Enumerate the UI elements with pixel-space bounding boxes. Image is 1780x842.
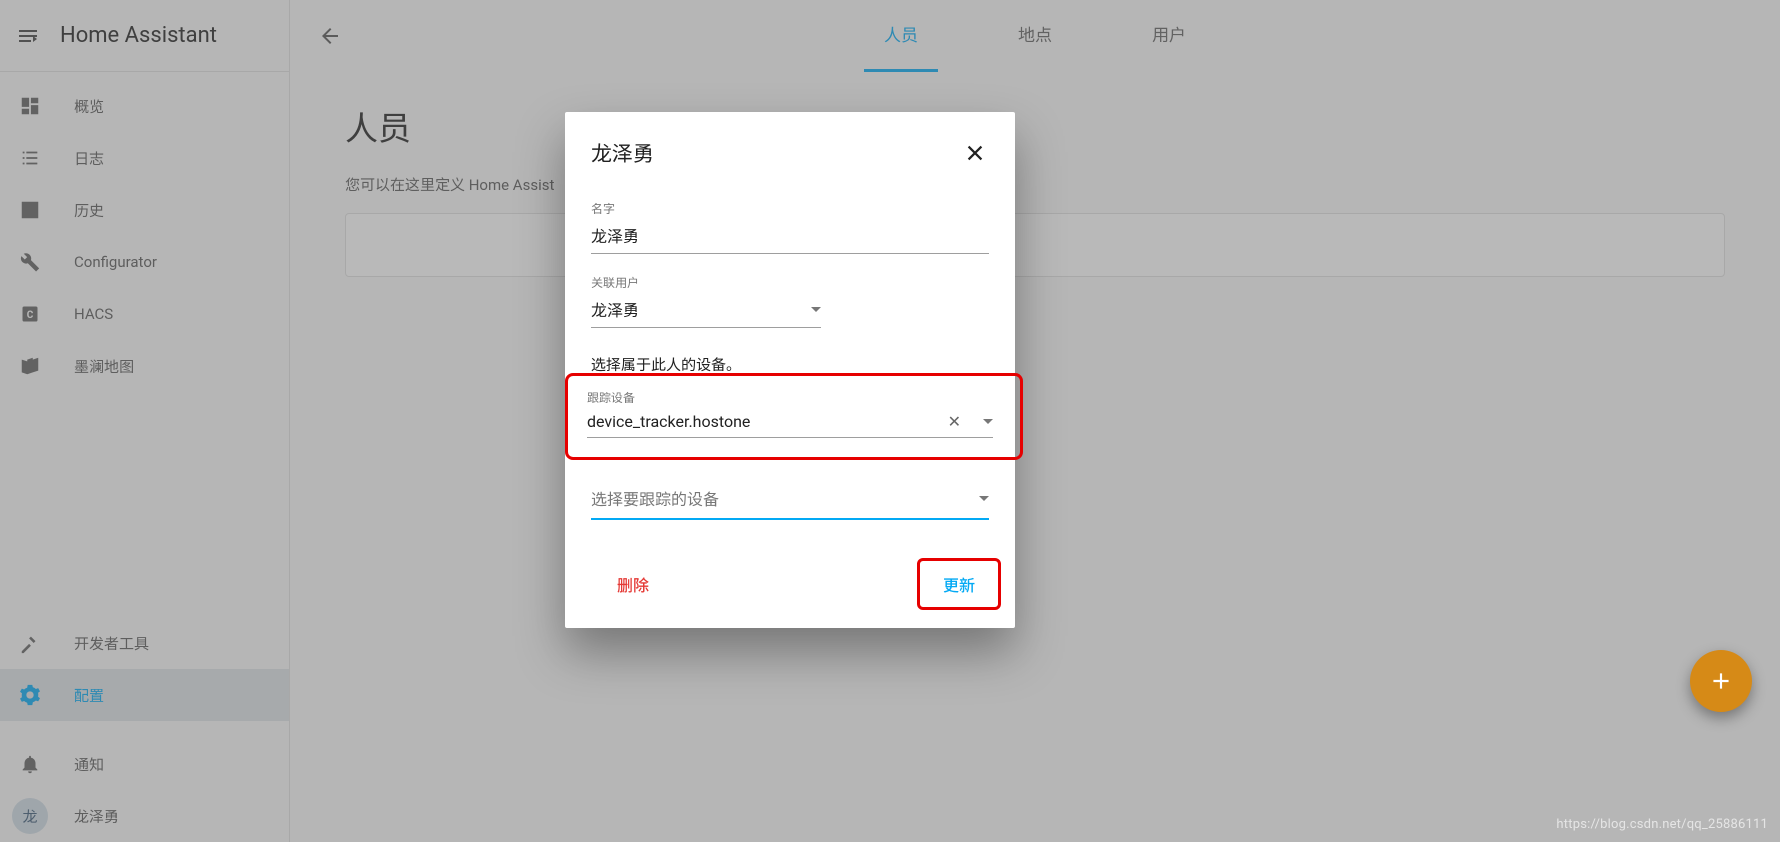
name-field-value: 龙泽勇 bbox=[591, 223, 989, 247]
linked-user-field[interactable]: 关联用户 龙泽勇 bbox=[591, 274, 821, 328]
name-field-label: 名字 bbox=[591, 200, 989, 217]
chevron-down-icon bbox=[979, 496, 989, 501]
chevron-down-icon bbox=[811, 307, 821, 312]
name-field[interactable]: 名字 龙泽勇 bbox=[591, 200, 989, 254]
update-button-highlight: 更新 bbox=[919, 560, 999, 608]
select-tracker-placeholder: 选择要跟踪的设备 bbox=[591, 486, 971, 510]
linked-user-value: 龙泽勇 bbox=[591, 297, 803, 321]
chevron-down-icon[interactable] bbox=[983, 419, 993, 424]
select-tracker-field[interactable]: 选择要跟踪的设备 bbox=[591, 486, 989, 520]
tracker-field-value: device_tracker.hostone bbox=[587, 412, 948, 431]
clear-icon[interactable]: ✕ bbox=[948, 414, 961, 430]
watermark: https://blog.csdn.net/qq_25886111 bbox=[1556, 817, 1768, 832]
tracker-field-highlight: 跟踪设备 device_tracker.hostone ✕ bbox=[565, 375, 1015, 456]
add-fab[interactable] bbox=[1690, 650, 1752, 712]
pick-devices-text: 选择属于此人的设备。 bbox=[591, 354, 989, 375]
tracker-field[interactable]: 跟踪设备 device_tracker.hostone ✕ bbox=[587, 389, 993, 438]
plus-icon bbox=[1708, 668, 1734, 694]
linked-user-label: 关联用户 bbox=[591, 274, 821, 291]
person-dialog: 龙泽勇 名字 龙泽勇 关联用户 龙泽勇 选择属于此人的设备。 跟踪设备 devi… bbox=[565, 112, 1015, 628]
delete-button[interactable]: 删除 bbox=[595, 562, 671, 606]
tracker-field-label: 跟踪设备 bbox=[587, 389, 993, 406]
dialog-title: 龙泽勇 bbox=[591, 138, 654, 168]
update-button[interactable]: 更新 bbox=[921, 562, 997, 606]
close-button[interactable] bbox=[961, 139, 989, 167]
